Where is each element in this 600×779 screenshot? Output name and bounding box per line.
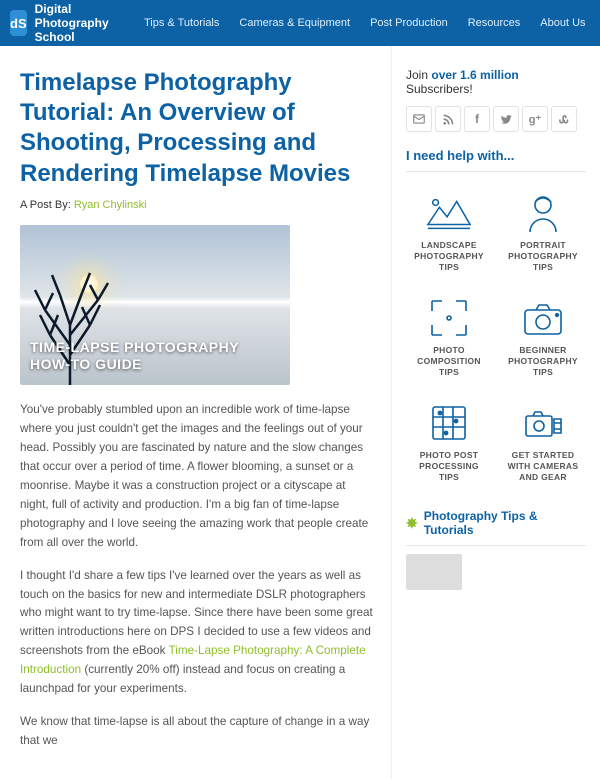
social-rss[interactable] [435,106,461,132]
hero-caption: TIME-LAPSE PHOTOGRAPHYHOW-TO GUIDE [30,339,239,373]
envelope-icon [412,112,426,126]
tips-heading: ✸ Photography Tips & Tutorials [406,509,586,546]
paragraph-2: I thought I'd share a few tips I've lear… [20,567,373,700]
paragraph-1: You've probably stumbled upon an incredi… [20,401,373,553]
help-heading: I need help with... [406,148,586,172]
landscape-icon [426,193,472,233]
hero-image: TIME-LAPSE PHOTOGRAPHYHOW-TO GUIDE [20,225,290,385]
beginner-icon [521,298,565,338]
paragraph-3: We know that time-lapse is all about the… [20,713,373,751]
byline-prefix: A Post By: [20,199,74,211]
help-label: PHOTO POST PROCESSING TIPS [410,450,488,483]
subscribe-cta: Join over 1.6 million Subscribers! [406,68,586,96]
help-gear[interactable]: GET STARTED WITH CAMERAS AND GEAR [500,394,586,491]
author-link[interactable]: Ryan Chylinski [74,199,147,211]
twitter-icon [500,113,513,126]
social-row: f g⁺ [406,106,586,132]
social-gplus[interactable]: g⁺ [522,106,548,132]
help-label: PORTRAIT PHOTOGRAPHY TIPS [504,240,582,273]
nav-about[interactable]: About Us [532,9,593,37]
join-post: Subscribers! [406,82,473,96]
help-portrait[interactable]: PORTRAIT PHOTOGRAPHY TIPS [500,184,586,281]
tips-heading-label: Photography Tips & Tutorials [424,509,586,537]
tip-thumbnail[interactable] [406,554,462,590]
article: Timelapse Photography Tutorial: An Overv… [0,46,392,779]
nav-items: Tips & Tutorials Cameras & Equipment Pos… [136,9,594,37]
social-facebook[interactable]: f [464,106,490,132]
help-label: BEGINNER PHOTOGRAPHY TIPS [504,345,582,378]
join-pre: Join [406,68,431,82]
help-grid: LANDSCAPE PHOTOGRAPHY TIPS PORTRAIT PHOT… [406,184,586,491]
join-count: over 1.6 million [431,68,518,82]
nav-cameras[interactable]: Cameras & Equipment [231,9,358,37]
gear-icon [521,403,565,443]
portrait-icon [523,192,563,234]
rss-icon [442,113,455,126]
gplus-icon: g⁺ [529,113,542,126]
article-title: Timelapse Photography Tutorial: An Overv… [20,68,373,189]
nav-tips[interactable]: Tips & Tutorials [136,9,227,37]
help-post[interactable]: PHOTO POST PROCESSING TIPS [406,394,492,491]
help-landscape[interactable]: LANDSCAPE PHOTOGRAPHY TIPS [406,184,492,281]
help-label: LANDSCAPE PHOTOGRAPHY TIPS [410,240,488,273]
composition-icon [428,297,470,339]
help-label: PHOTO COMPOSITION TIPS [410,345,488,378]
byline: A Post By: Ryan Chylinski [20,199,373,211]
top-nav: dS Digital Photography School Tips & Tut… [0,0,600,46]
help-label: GET STARTED WITH CAMERAS AND GEAR [504,450,582,483]
post-icon [428,402,470,444]
star-icon: ✸ [406,515,418,532]
help-beginner[interactable]: BEGINNER PHOTOGRAPHY TIPS [500,289,586,386]
social-stumble[interactable] [551,106,577,132]
help-composition[interactable]: PHOTO COMPOSITION TIPS [406,289,492,386]
social-twitter[interactable] [493,106,519,132]
facebook-icon: f [475,112,479,126]
nav-resources[interactable]: Resources [460,9,529,37]
brand-name: Digital Photography School [35,2,118,44]
nav-postprod[interactable]: Post Production [362,9,456,37]
sidebar: Join over 1.6 million Subscribers! f g⁺ … [392,46,600,779]
logo-icon: dS [10,10,27,36]
social-email[interactable] [406,106,432,132]
stumble-icon [558,113,571,126]
brand[interactable]: dS Digital Photography School [10,2,118,44]
